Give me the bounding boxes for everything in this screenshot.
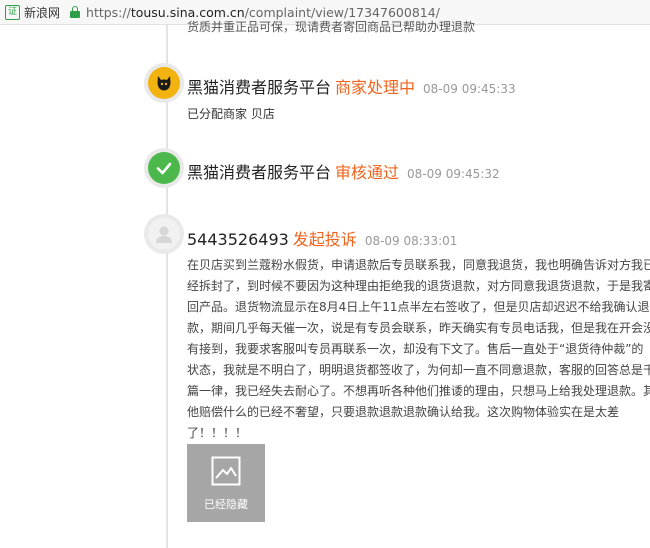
site-favicon-icon: 证 (5, 4, 20, 20)
check-icon (148, 152, 180, 184)
timestamp: 08-09 09:45:33 (423, 82, 516, 96)
entry-detail: 已分配商家 贝店 (187, 107, 275, 121)
status-label: 发起投诉 (292, 230, 357, 249)
platform-name: 黑猫消费者服务平台 (187, 78, 332, 97)
username[interactable]: 5443526493 (187, 230, 289, 249)
entry-header-merchant: 黑猫消费者服务平台 商家处理中 08-09 09:45:33 (187, 74, 516, 98)
status-label: 审核通过 (335, 163, 400, 182)
hidden-caption: 已经隐藏 (204, 498, 248, 511)
complaint-line: 篇一律，我已经失去耐心了。不想再听各种他们推诿的理由，只想马上给我处理退款。其 (187, 384, 650, 398)
timestamp: 08-09 08:33:01 (364, 234, 458, 248)
timestamp: 08-09 09:45:32 (407, 167, 500, 181)
site-name: 新浪网 (24, 5, 61, 20)
complaint-line: 经拆封了，到时候不要因为这种理由拒绝我的退货退款，对方同意我退货退款，于是我寄 (187, 279, 650, 293)
user-avatar (144, 214, 184, 254)
complaint-line: 在贝店买到兰蔻粉水假货，申请退款后专员联系我，同意我退货，我也明确告诉对方我已 (187, 258, 650, 272)
complaint-line: 回产品。退货物流显示在8月4日上午11点半左右签收了，但是贝店却迟迟不给我确认退 (187, 300, 650, 314)
complaint-line: 了！！！！ (187, 426, 248, 440)
complaint-line: 款，期间几乎每天催一次，说是有专员会联系，昨天确实有专员电话我，但是我在开会没 (187, 321, 650, 335)
hidden-image-thumbnail[interactable]: 已经隐藏 (187, 444, 265, 522)
platform-name: 黑猫消费者服务平台 (187, 163, 332, 182)
entry-header-complaint: 5443526493 发起投诉 08-09 08:33:01 (187, 226, 457, 250)
previous-entry-text: 货质并重正品可保，现请费者寄回商品已帮助办理退款 (187, 20, 476, 34)
complaint-line: 状态，我就是不明白了，明明退货都签收了，为何却一直不同意退款，客服的回答总是千 (187, 363, 650, 377)
lock-icon (70, 6, 81, 18)
user-icon (148, 218, 180, 250)
complaint-line: 有接到，我要求客服叫专员再联系一次，却没有下文了。售后一直处于“退货待仲裁”的 (187, 342, 644, 356)
status-label: 商家处理中 (335, 78, 416, 97)
image-placeholder-icon (211, 456, 241, 490)
entry-header-review: 黑猫消费者服务平台 审核通过 08-09 09:45:32 (187, 159, 500, 183)
complaint-text: 在贝店买到兰蔻粉水假货，申请退款后专员联系我，同意我退货，我也明确告诉对方我已 … (187, 255, 650, 444)
black-cat-logo-icon (148, 67, 180, 99)
complaint-line: 他赔偿什么的已经不奢望，只要退款退款退款确认给我。这次购物体验实在是太差 (187, 405, 620, 419)
platform-avatar (144, 148, 184, 188)
platform-avatar (144, 63, 184, 103)
